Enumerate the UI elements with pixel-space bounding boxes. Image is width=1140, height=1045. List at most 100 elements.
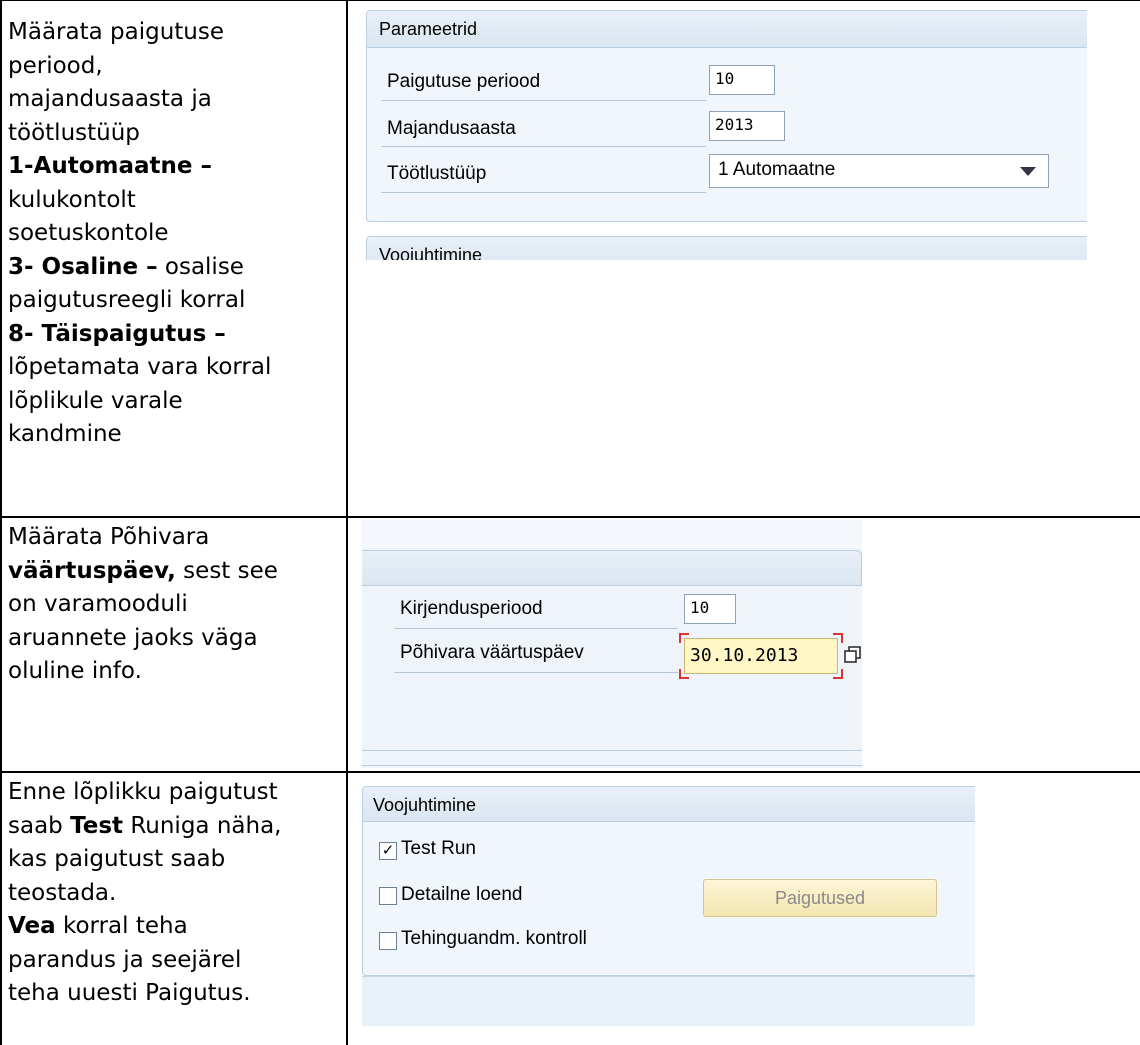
column-divider: [346, 0, 348, 1045]
text-line: kas paigutust saab: [8, 843, 281, 877]
copy-icon[interactable]: [844, 646, 862, 664]
text-line: paigutusreegli korral: [8, 284, 271, 318]
test-run-checkbox[interactable]: ✓: [379, 842, 397, 860]
fiscal-year-input[interactable]: 2013: [709, 111, 785, 141]
parameters-screenshot: Parameetrid Paigutuse periood 10 Majandu…: [362, 10, 1087, 260]
text-line: Määrata Põhivara: [8, 521, 278, 555]
text-span: lõplikule varale: [8, 387, 183, 414]
checkmark-icon: ✓: [381, 842, 395, 859]
test-run-label: Test Run: [401, 838, 476, 859]
text-span: Määrata paigutuse: [8, 19, 224, 45]
text-line: teostada.: [8, 877, 281, 911]
chevron-down-icon[interactable]: [1020, 167, 1036, 177]
field-underline: [381, 100, 706, 101]
bold-text: 8- Täispaigutus –: [8, 320, 226, 347]
processing-type-select[interactable]: 1 Automaatne: [709, 154, 1049, 188]
text-line: on varamooduli: [8, 588, 278, 622]
posting-screenshot: Kirjendusperiood 10 Põhivara väärtuspäev…: [362, 520, 862, 768]
bold-text: 3- Osaline –: [8, 253, 158, 280]
bold-text: Test: [70, 812, 124, 839]
text-span: Enne lõplikku paigutust: [8, 779, 278, 805]
text-line: 8- Täispaigutus –: [8, 318, 271, 352]
text-span: teha uuesti Paigutus.: [8, 980, 251, 1006]
text-span: Runiga näha,: [123, 812, 282, 839]
paigutused-button[interactable]: Paigutused: [703, 879, 937, 917]
text-span: soetuskontole: [8, 220, 169, 246]
text-line: Enne lõplikku paigutust: [8, 776, 281, 810]
text-line: periood,: [8, 50, 271, 84]
posting-period-input[interactable]: 10: [709, 65, 775, 95]
posting-period-2-input[interactable]: 10: [684, 594, 736, 624]
text-line: lõplikule varale: [8, 385, 271, 419]
row-divider-1: [0, 516, 1140, 518]
text-span: on varamooduli: [8, 591, 188, 617]
row-2-description: Määrata Põhivara väärtuspäev, sest see on …: [8, 521, 278, 689]
row-3-description: Enne lõplikku paigutust saab Test Runiga …: [8, 776, 281, 1011]
text-line: lõpetamata vara korral: [8, 351, 271, 385]
field-underline: [381, 192, 706, 193]
flow-control-panel-partial: Voojuhtimine: [366, 236, 1087, 260]
posting-top-band: [362, 520, 862, 548]
text-line: majandusaasta ja: [8, 83, 271, 117]
text-span: saab: [8, 812, 71, 839]
text-span: aruannete jaoks väga: [8, 624, 258, 651]
focus-brackets: [679, 633, 843, 679]
text-line: teha uuesti Paigutus.: [8, 977, 281, 1011]
text-line: oluline info.: [8, 655, 278, 689]
text-span: Määrata Põhivara: [8, 524, 210, 550]
field-underline: [394, 628, 678, 629]
text-span: korral teha: [55, 913, 188, 939]
text-line: saab Test Runiga näha,: [8, 810, 281, 844]
flow-control-title-partial: Voojuhtimine: [379, 245, 483, 260]
bold-text: väärtuspäev,: [8, 557, 176, 584]
text-span: kas paigutust saab: [8, 846, 226, 872]
table-border-top: [0, 0, 1140, 1]
text-line: 1-Automaatne –: [8, 150, 271, 184]
text-line: aruannete jaoks väga: [8, 622, 278, 656]
bold-text: Vea: [8, 913, 56, 939]
text-span: periood,: [8, 52, 103, 79]
processing-type-value: 1 Automaatne: [718, 159, 836, 180]
field-label-fiscal-year: Majandusaasta: [387, 118, 516, 139]
text-span: lõpetamata vara korral: [8, 354, 272, 380]
text-span: majandusaasta ja: [8, 86, 212, 112]
text-line: kulukontolt: [8, 184, 271, 218]
flow-control-screenshot: Voojuhtimine ✓ Test Run Detailne loend T…: [362, 786, 975, 1026]
field-label-asset-value-date: Põhivara väärtuspäev: [400, 642, 584, 663]
field-label-processing-type: Töötlustüüp: [387, 163, 487, 184]
detailed-list-checkbox[interactable]: [379, 887, 397, 905]
text-span: sest see: [175, 557, 278, 584]
field-label-posting-period: Paigutuse periood: [387, 71, 541, 92]
text-line: töötlustüüp: [8, 117, 271, 151]
posting-divider-2: [362, 765, 862, 766]
flow-control-panel: Voojuhtimine ✓ Test Run Detailne loend T…: [362, 786, 975, 976]
field-label-posting-period-2: Kirjendusperiood: [400, 598, 543, 619]
transaction-data-check-checkbox[interactable]: [379, 932, 397, 950]
text-span: parandus ja seejärel: [8, 946, 242, 973]
text-span: kandmine: [8, 421, 122, 447]
text-span: osalise: [157, 253, 244, 280]
text-span: paigutusreegli korral: [8, 287, 246, 313]
transaction-data-check-label: Tehinguandm. kontroll: [401, 928, 587, 949]
text-span: oluline info.: [8, 658, 142, 684]
text-line: Vea korral teha: [8, 910, 281, 944]
text-span: töötlustüüp: [8, 119, 140, 146]
field-underline: [394, 672, 678, 673]
row-divider-2: [0, 771, 1140, 773]
field-underline: [381, 146, 706, 147]
text-line: kandmine: [8, 418, 271, 452]
flow-control-title: Voojuhtimine: [373, 795, 477, 815]
text-line: Määrata paigutuse: [8, 16, 271, 50]
bold-text: 1-Automaatne –: [8, 153, 213, 179]
posting-divider-1: [362, 750, 862, 751]
parameters-panel: Parameetrid Paigutuse periood 10 Majandu…: [366, 10, 1087, 222]
parameters-title: Parameetrid: [379, 19, 478, 39]
text-span: teostada.: [8, 879, 117, 906]
text-line: 3- Osaline – osalise: [8, 251, 271, 285]
text-line: parandus ja seejärel: [8, 944, 281, 978]
table-border-left: [0, 0, 2, 1045]
flow-bottom-band: [362, 976, 975, 1026]
row-1-description: Määrata paigutuse periood, majandusaasta j…: [8, 16, 271, 452]
posting-header: [362, 550, 862, 586]
text-line: väärtuspäev, sest see: [8, 555, 278, 589]
